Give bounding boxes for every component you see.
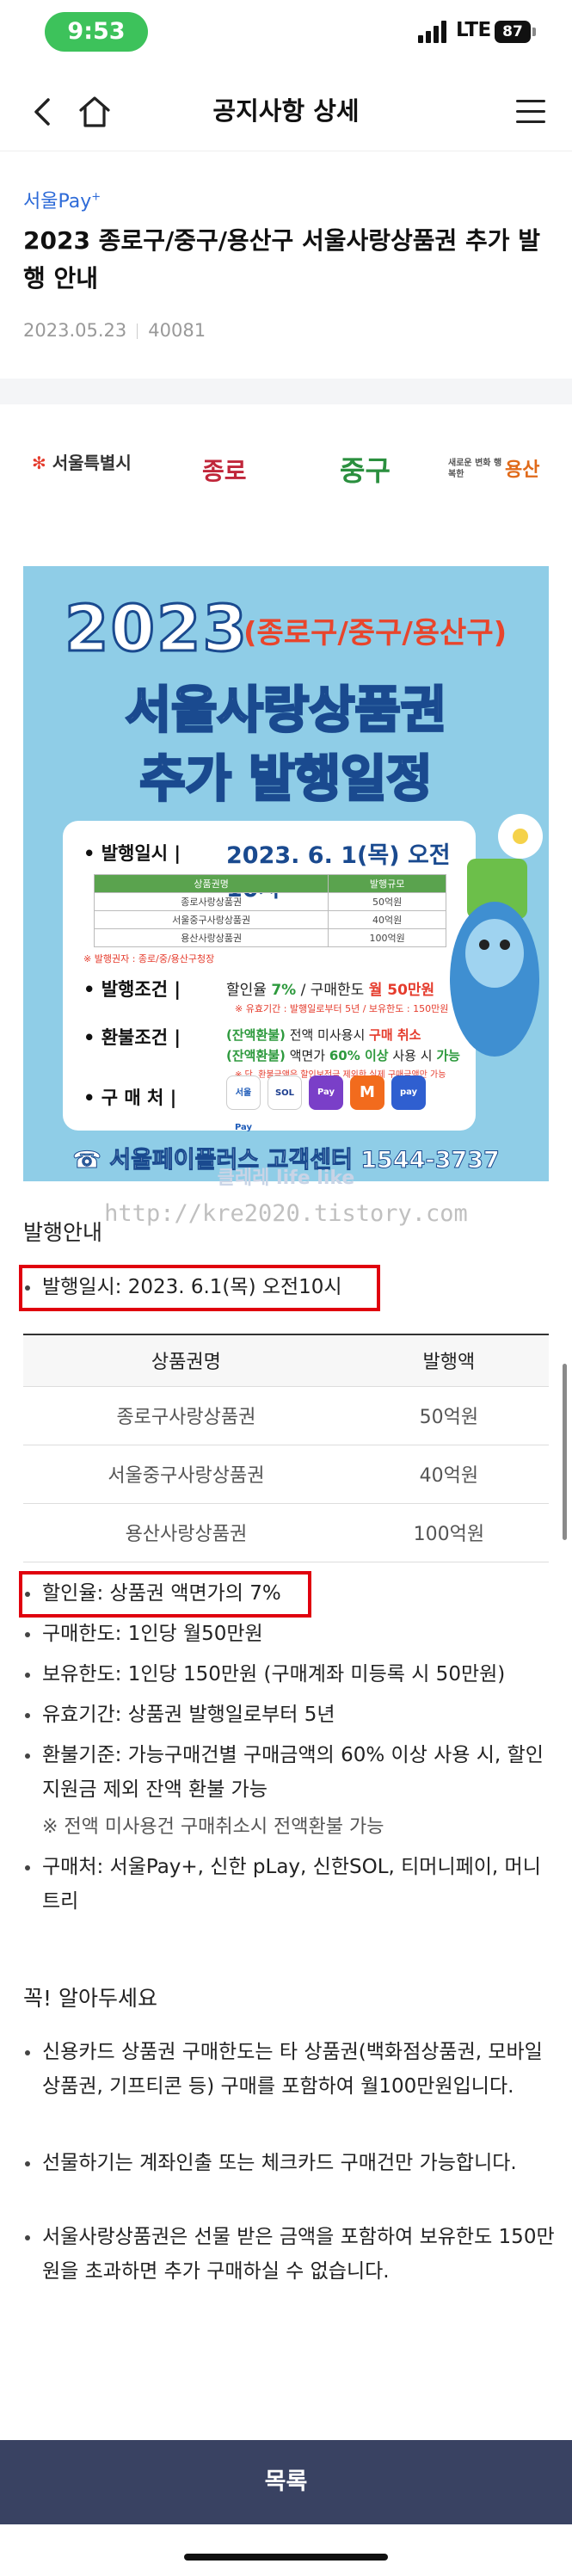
poster-date-label: • 발행일시 | [83, 843, 181, 864]
battery-icon: 87 [495, 21, 531, 43]
list-item: 보유한도: 1인당 150만원 (구매계좌 미등록 시 50만원) [23, 1657, 557, 1692]
article-title: 2023 종로구/중구/용산구 서울사랑상품권 추가 발행 안내 [23, 226, 541, 293]
table-cell: 50억원 [348, 1386, 549, 1445]
list-item: 환불기준: 가능구매건별 구매금액의 60% 이상 사용 시, 할인지원금 제외… [23, 1738, 557, 1807]
poster-info-card: • 발행일시 | 2023. 6. 1(목) 오전10시 상품권명발행규모 종로… [63, 821, 476, 1132]
list-item: 유효기간: 상품권 발행일로부터 5년 [23, 1698, 557, 1732]
issue-amount-table: 상품권명 발행액 종로구사랑상품권 50억원 서울중구사랑상품권 40억원 용산… [23, 1334, 549, 1562]
list-button[interactable]: 목록 [0, 2440, 572, 2524]
article-meta: 2023.05.23 40081 [23, 320, 206, 341]
poster-districts: (종로구/중구/용산구) [243, 616, 507, 650]
seoul-logo: ✻ 서울특별시 [32, 453, 132, 473]
list-item: 구매한도: 1인당 월50만원 [23, 1617, 557, 1651]
tmoney-pay-logo-icon: Pay [309, 1075, 343, 1110]
section-divider [0, 379, 572, 404]
poster-refund-line1: (잔액환불) 전액 미사용시 구매 취소 [226, 1027, 421, 1043]
poster-title-line2: 추가 발행일정 [138, 749, 434, 810]
table-cell: 서울중구사랑상품권 [23, 1445, 349, 1504]
shinhan-sol-logo-icon: SOL [268, 1075, 302, 1110]
poster-cond-value: 할인율 7% / 구매한도 월 50만원 [226, 982, 435, 999]
battery-tip [532, 28, 536, 36]
list-item: 구매처: 서울Pay+, 신한 pLay, 신한SOL, 티머니페이, 머니트리 [23, 1850, 557, 1919]
table-header-row: 상품권명 발행액 [23, 1334, 549, 1387]
top-navigation: 공지사항 상세 [0, 72, 572, 151]
poster-refund-label: • 환불조건 | [83, 1027, 181, 1048]
poster-title-line1: 서울사랑상품권 [124, 680, 448, 741]
table-header: 발행액 [348, 1334, 549, 1387]
signal-icon [418, 19, 449, 43]
watermark-url: http://kre2020.tistory.com [104, 1200, 468, 1227]
yongsan-slogan: 새로운 변화 행복한 [448, 459, 502, 479]
yongsan-logo: 용산 [505, 459, 540, 481]
moneytree-logo-icon: M [350, 1075, 384, 1110]
shinhan-play-logo-icon: pay [391, 1075, 426, 1110]
jongno-logo: 종로 [202, 457, 247, 485]
scrollbar[interactable] [563, 1364, 567, 1540]
list-note: ※ 전액 미사용건 구매취소시 전액환불 가능 [42, 1816, 384, 1838]
notice-heading: 꼭! 알아두세요 [23, 1986, 157, 2011]
article-date: 2023.05.23 [23, 320, 127, 341]
home-indicator[interactable] [184, 2554, 388, 2561]
status-time: 9:53 [45, 12, 148, 52]
poster-table: 상품권명 발행규모 종로사랑상품권 50억원 서울중구사랑상품권 40억원 용산사랑상… [93, 874, 446, 947]
network-label: LTE [456, 19, 491, 41]
notice-poster-image: ✻ 서울특별시 종로 중구 새로운 변화 행복한 용산 2023 (종로구/중구… [23, 437, 549, 1181]
table-header: 상품권명 [23, 1334, 349, 1387]
table-cell: 100억원 [348, 1503, 549, 1562]
table-row: 용산사랑상품권 100억원 [23, 1503, 549, 1562]
menu-icon[interactable] [513, 96, 547, 127]
junggu-logo: 중구 [340, 454, 391, 487]
watermark-text: 클레레 life like [217, 1168, 355, 1189]
poster-logo-bar: ✻ 서울특별시 종로 중구 새로운 변화 행복한 용산 [23, 437, 549, 566]
table-row: 종로구사랑상품권 50억원 [23, 1386, 549, 1445]
poster-refund-line2: (잔액환불) 액면가 60% 이상 사용 시 가능 [226, 1048, 460, 1063]
list-item: 신용카드 상품권 구매한도는 타 상품권(백화점상품권, 모바일상품권, 기프티… [23, 2035, 557, 2104]
status-bar: 9:53 LTE 87 [0, 0, 572, 72]
poster-cond-note: ※ 유효기간 : 발행일로부터 5년 / 보유한도 : 150만원 [235, 1003, 449, 1014]
table-cell: 용산사랑상품권 [23, 1503, 349, 1562]
article-views: 40081 [148, 320, 206, 341]
poster-cond-label: • 발행조건 | [83, 979, 181, 1000]
mascot-illustration-icon [441, 807, 544, 1074]
seoulpay-logo-icon: 서울Pay [226, 1075, 261, 1132]
page-title: 공지사항 상세 [212, 96, 360, 126]
poster-year: 2023 [64, 591, 249, 668]
table-row: 서울중구사랑상품권 40억원 [23, 1445, 549, 1504]
table-cell: 40억원 [348, 1445, 549, 1504]
list-item: 선물하기는 계좌인출 또는 체크카드 구매건만 가능합니다. [23, 2146, 557, 2180]
poster-buy-label: • 구 매 처 | [83, 1088, 177, 1108]
issue-date-item: 발행일시: 2023. 6.1(목) 오전10시 [23, 1270, 557, 1304]
table-cell: 종로구사랑상품권 [23, 1386, 349, 1445]
list-item: 할인율: 상품권 액면가의 7% [23, 1576, 557, 1611]
poster-issuer-note: ※ 발행권자 : 종로/중/용산구청장 [83, 953, 215, 964]
article-category: 서울Pay+ [23, 190, 101, 213]
list-item: 서울사랑상품권은 선물 받은 금액을 포함하여 보유한도 150만원을 초과하면… [23, 2220, 557, 2289]
